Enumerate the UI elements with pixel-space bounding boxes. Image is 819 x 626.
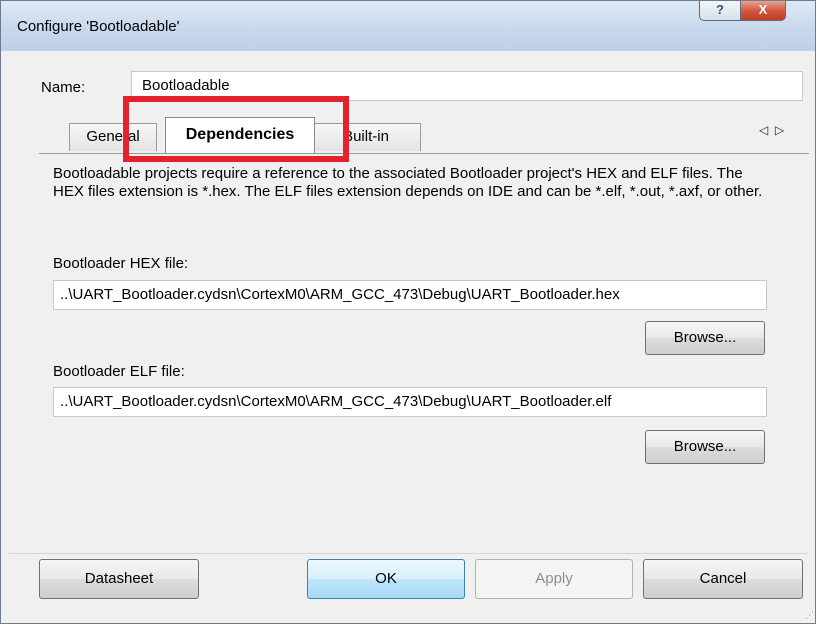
resize-grip[interactable]: ⋰	[805, 610, 814, 621]
window-title: Configure 'Bootloadable'	[17, 18, 180, 35]
dialog-body: Name: Bootloadable General Built-in Depe…	[9, 51, 809, 617]
cancel-button[interactable]: Cancel	[643, 559, 803, 599]
tab-scroll-left-icon[interactable]: ◁	[759, 123, 768, 137]
close-button[interactable]: X	[740, 1, 786, 21]
help-icon: ?	[716, 2, 724, 17]
elf-browse-button[interactable]: Browse...	[645, 430, 765, 464]
close-icon: X	[758, 2, 768, 17]
datasheet-button[interactable]: Datasheet	[39, 559, 199, 599]
ok-button[interactable]: OK	[307, 559, 465, 599]
name-label: Name:	[41, 79, 86, 96]
tab-scroll-right-icon[interactable]: ▷	[775, 123, 784, 137]
button-separator	[9, 553, 808, 554]
highlight-box	[123, 96, 349, 162]
tab-scroll-buttons: ◁ ▷	[759, 123, 784, 137]
hex-file-input[interactable]: ..\UART_Bootloader.cydsn\CortexM0\ARM_GC…	[53, 280, 767, 310]
elf-file-label: Bootloader ELF file:	[53, 363, 185, 380]
elf-file-input[interactable]: ..\UART_Bootloader.cydsn\CortexM0\ARM_GC…	[53, 387, 767, 417]
hex-file-label: Bootloader HEX file:	[53, 255, 189, 272]
hex-browse-button[interactable]: Browse...	[645, 321, 765, 355]
description-text: Bootloadable projects require a referenc…	[53, 165, 763, 200]
apply-button[interactable]: Apply	[475, 559, 633, 599]
title-bar[interactable]: Configure 'Bootloadable' ? X	[1, 1, 815, 51]
help-button[interactable]: ?	[699, 1, 741, 21]
configure-dialog: Configure 'Bootloadable' ? X Name: Bootl…	[0, 0, 816, 624]
